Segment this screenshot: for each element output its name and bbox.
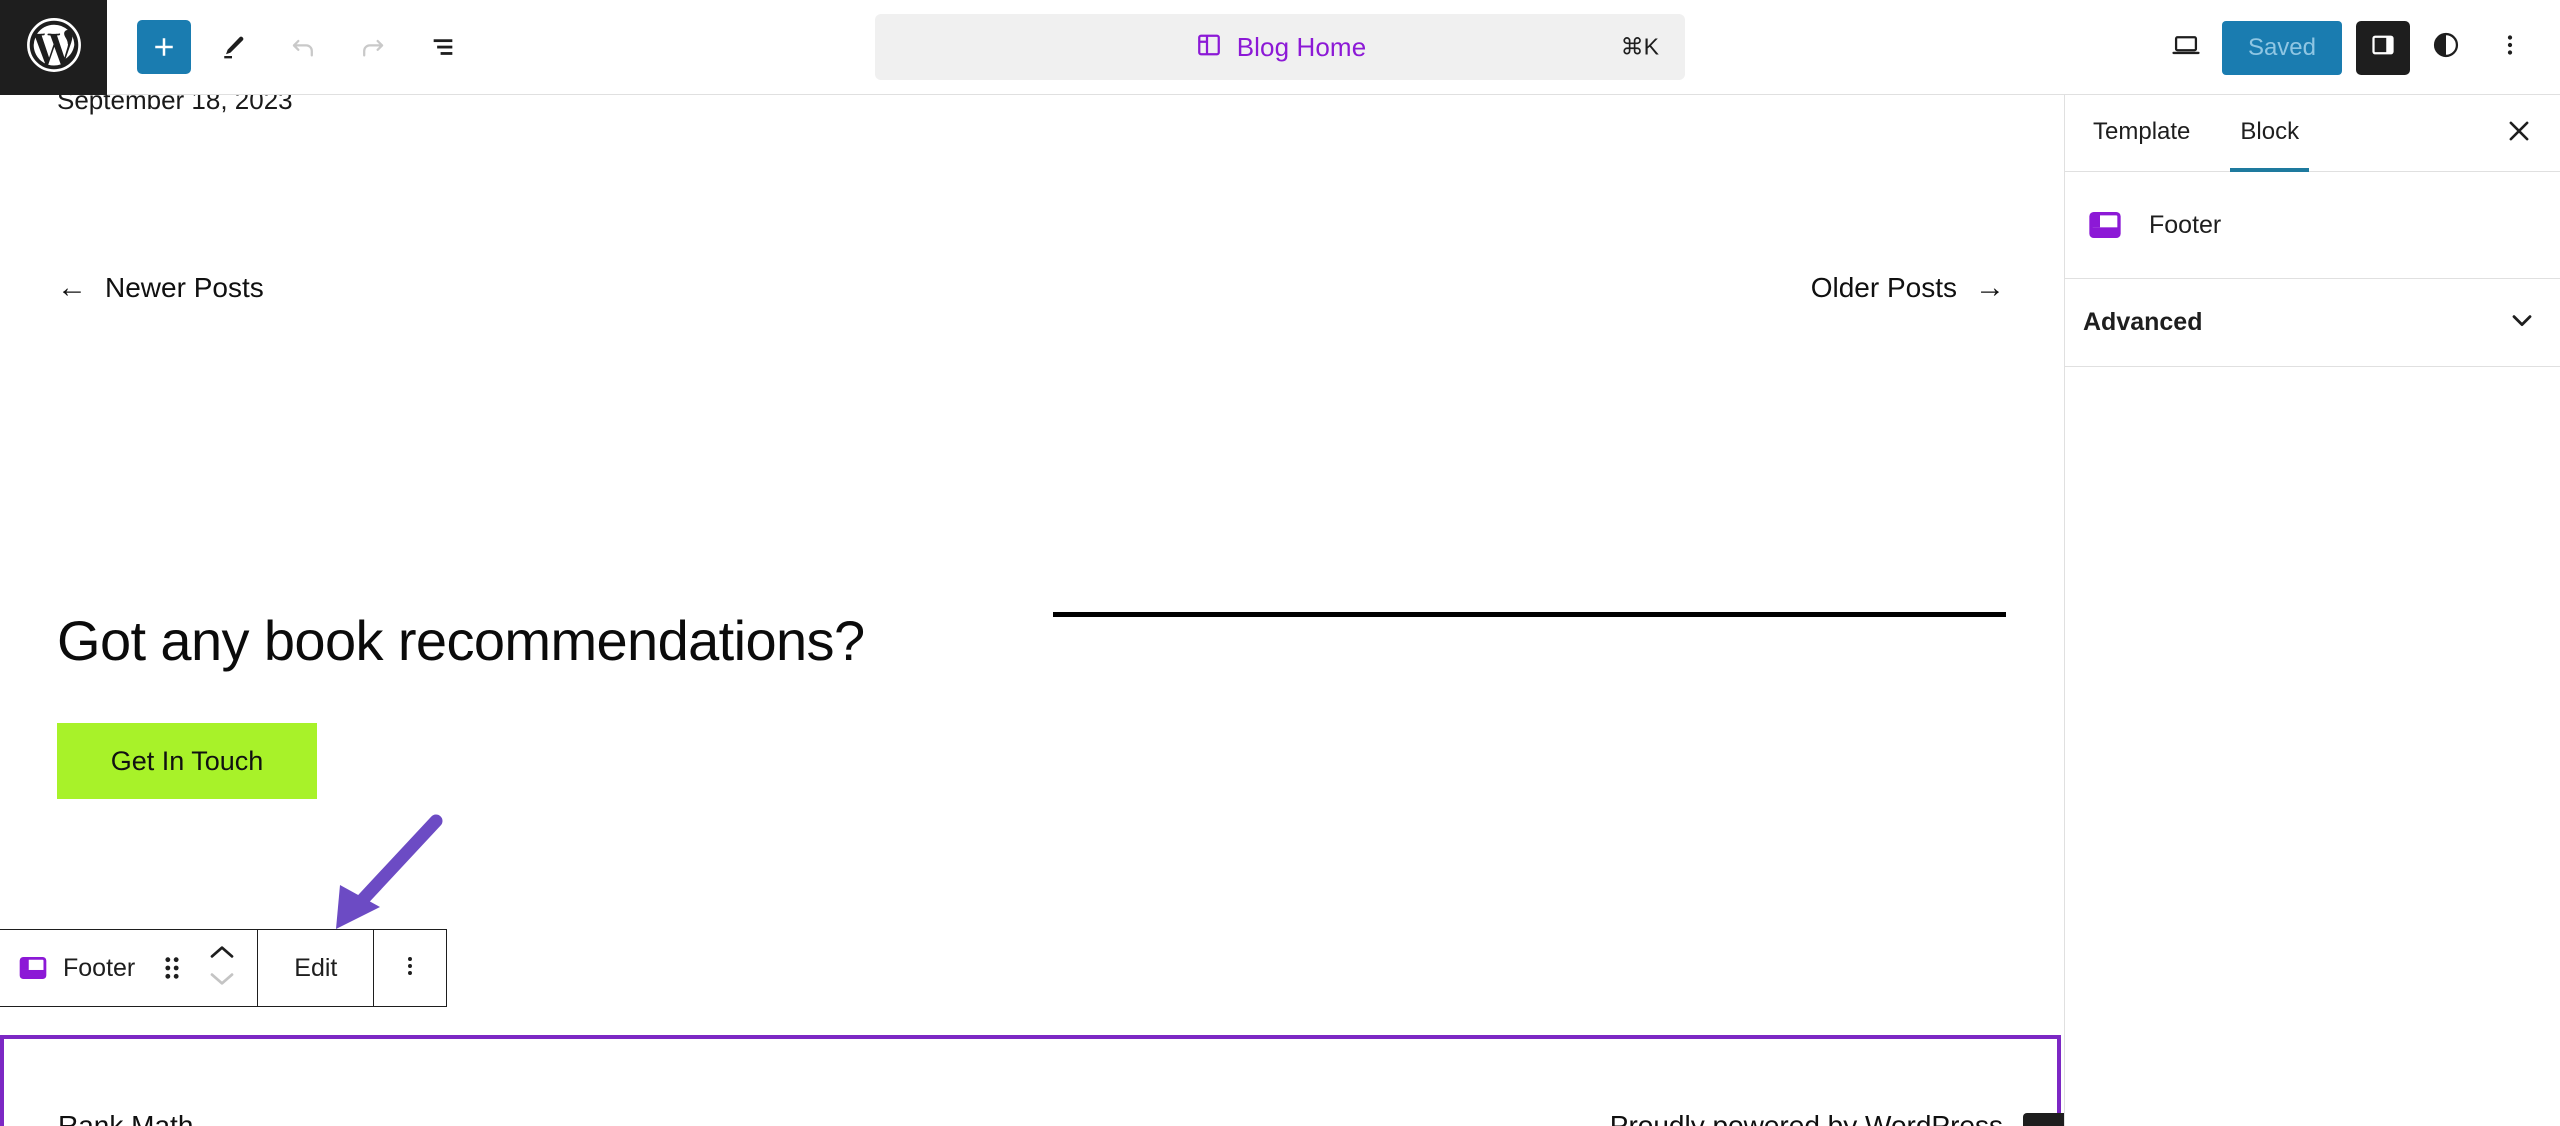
three-dots-vertical-icon [396,952,424,985]
contrast-half-circle-icon [2430,29,2462,66]
wordpress-link[interactable]: WordPress [1865,1110,2003,1126]
post-date: September 18, 2023 [57,95,293,115]
horizontal-rule [1053,612,2006,617]
command-bar-title: Blog Home [1236,31,1367,62]
chevron-down-icon [2506,304,2538,341]
newer-posts-label: Newer Posts [105,272,264,303]
laptop-preview-icon [2169,28,2203,67]
advanced-panel-label: Advanced [2083,308,2203,336]
older-posts-link[interactable]: Older Posts → [1811,272,2005,304]
edit-tool-button[interactable] [205,19,261,75]
selected-block-name: Footer [2149,210,2222,239]
older-posts-label: Older Posts [1810,272,1957,303]
chevron-down-icon [207,969,237,994]
header-primary-tools [137,19,471,75]
wordpress-logo-button[interactable] [0,0,107,95]
close-x-icon [2504,116,2534,151]
newer-posts-link[interactable]: ← Newer Posts [57,272,264,304]
three-dots-vertical-icon [2495,30,2525,65]
chevron-up-icon[interactable] [207,942,237,967]
header-right-tools: Saved [2158,0,2538,95]
redo-button[interactable] [345,19,401,75]
block-toolbar-label: Footer [63,953,136,982]
undo-button[interactable] [275,19,331,75]
command-bar-shortcut: ⌘K [1620,33,1659,60]
editor-header: Blog Home ⌘K Saved [0,0,2560,95]
settings-sidebar-toggle-button[interactable] [2356,20,2410,75]
pencil-icon [218,32,248,62]
footer-credit-prefix: Proudly powered by [1609,1110,1866,1126]
block-toolbar-identity-group: Footer [0,929,259,1007]
block-toolbar-edit-group: Edit [258,930,375,1006]
settings-panel-icon [2368,30,2398,65]
get-in-touch-button[interactable]: Get In Touch [57,723,317,799]
block-appender-button[interactable] [2023,1113,2064,1126]
footer-block[interactable]: Rank Math Proudly powered by WordPress [0,1035,2061,1126]
wordpress-logo-icon [25,16,83,79]
footer-left-text[interactable]: Rank Math [58,1110,193,1126]
undo-arrow-icon [287,31,319,63]
block-options-button[interactable] [382,952,438,985]
template-icon [1194,30,1224,65]
block-drag-handle[interactable] [149,929,195,1007]
document-overview-button[interactable] [415,19,471,75]
block-inserter-button[interactable] [137,20,191,74]
settings-sidebar: Template Block Footer Advanced [2064,95,2560,1126]
close-sidebar-button[interactable] [2494,108,2544,158]
styles-button[interactable] [2418,20,2474,76]
block-toolbar: Footer Edit [0,929,448,1007]
more-options-button[interactable] [2482,20,2538,76]
arrow-left-icon: ← [57,271,87,304]
sidebar-tabs: Template Block [2065,95,2560,172]
posts-pagination: ← Newer Posts Older Posts → [0,272,2005,322]
save-status-button[interactable]: Saved [2221,20,2342,75]
list-view-icon [427,31,459,63]
annotation-arrow [336,814,443,929]
command-center-bar[interactable]: Blog Home ⌘K [875,14,1685,80]
footer-template-part-icon[interactable] [7,929,59,1007]
hero-heading[interactable]: Got any book recommendations? [57,608,865,673]
arrow-right-icon: → [1975,271,2005,304]
redo-arrow-icon [357,31,389,63]
footer-credit-text: Proudly powered by WordPress [1610,1110,2003,1126]
edit-button[interactable]: Edit [266,954,365,983]
plus-icon [149,32,179,62]
selected-block-card: Footer [2065,172,2560,279]
block-movers[interactable] [195,929,249,1007]
preview-device-button[interactable] [2158,20,2214,76]
tab-template[interactable]: Template [2083,95,2200,172]
editor-canvas: September 18, 2023 ← Newer Posts Older P… [0,95,2064,1126]
tab-block[interactable]: Block [2230,95,2310,172]
footer-template-part-icon [2083,203,2127,247]
block-toolbar-options-group [374,930,446,1006]
advanced-panel-toggle[interactable]: Advanced [2065,279,2560,367]
